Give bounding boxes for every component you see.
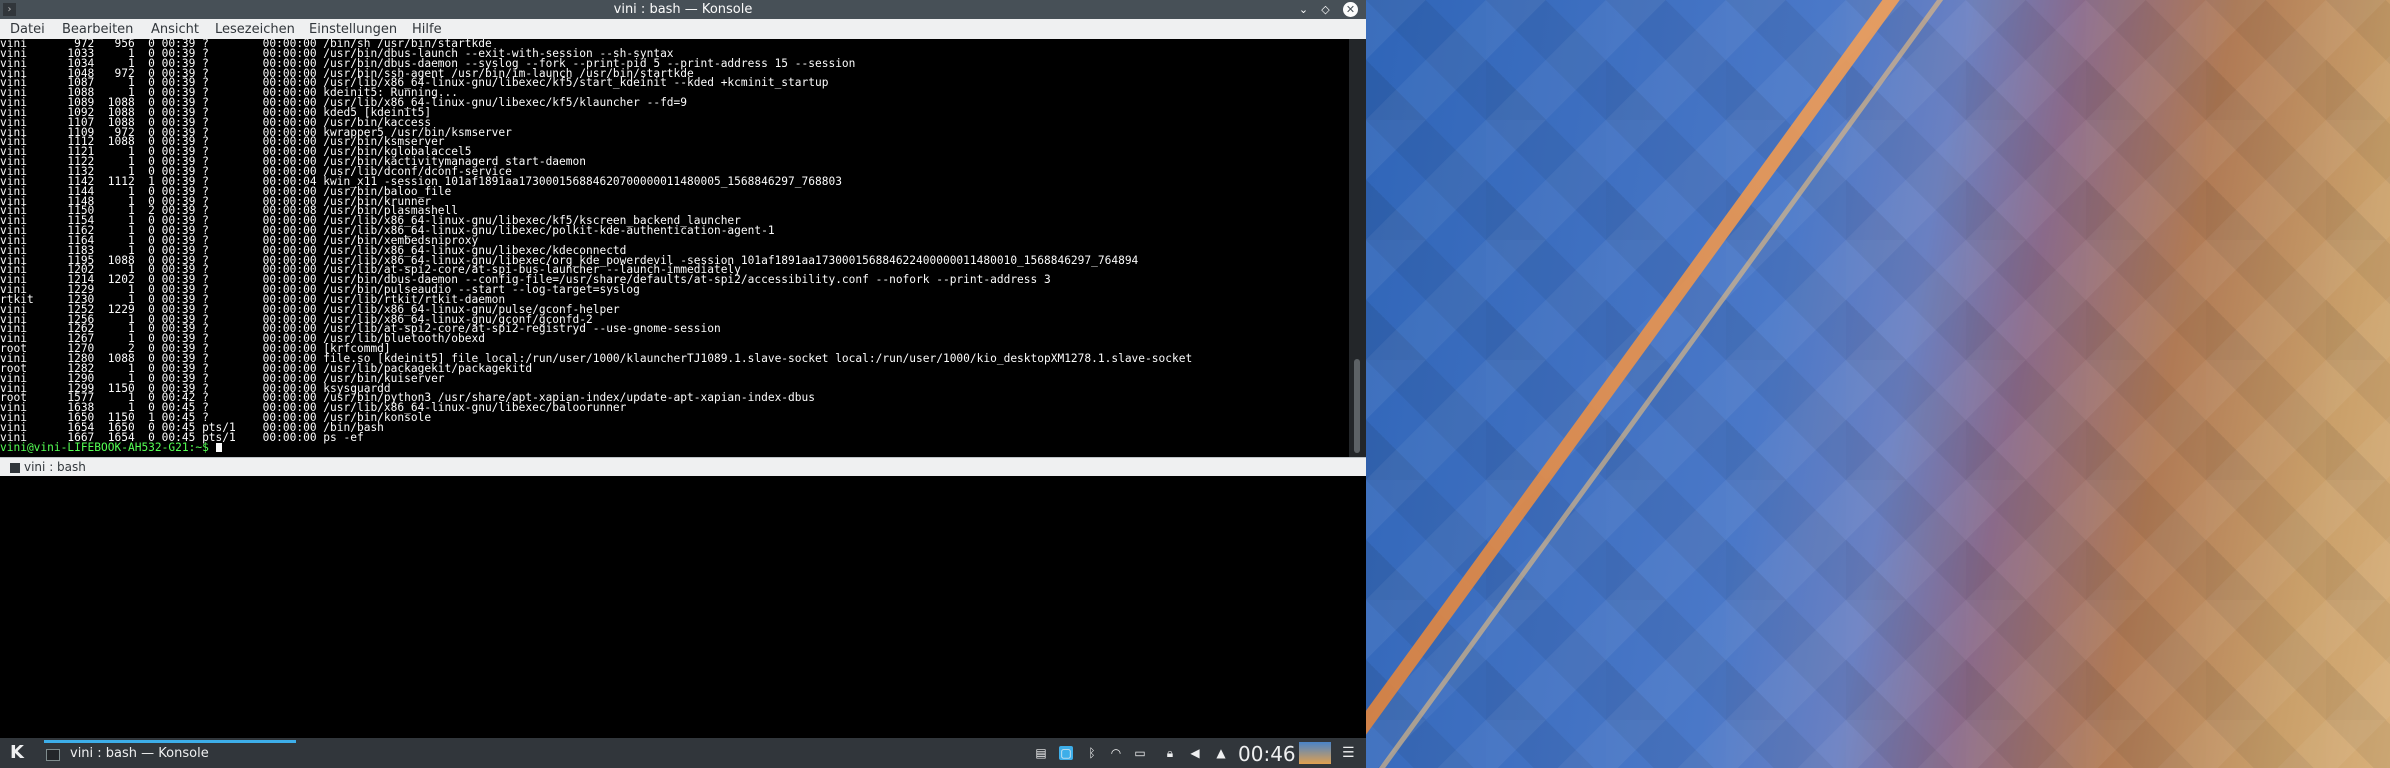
scrollbar-thumb[interactable] xyxy=(1354,359,1360,453)
panel-menu-icon[interactable]: ☰ xyxy=(1342,745,1355,761)
prompt-suffix: :~$ xyxy=(188,440,216,454)
menu-datei[interactable]: Datei xyxy=(10,22,45,37)
konsole-window: › vini : bash — Konsole ⌄ ◇ ✕ Datei Bear… xyxy=(0,0,1366,738)
title-bar[interactable]: › vini : bash — Konsole ⌄ ◇ ✕ xyxy=(0,0,1366,19)
kde-connect-icon[interactable]: ▢ xyxy=(1059,746,1073,760)
keep-above-icon[interactable]: ◇ xyxy=(1318,2,1333,17)
text-cursor xyxy=(215,443,222,453)
menu-bearbeiten[interactable]: Bearbeiten xyxy=(62,22,133,37)
tab-bar: vini : bash xyxy=(0,457,1366,476)
prompt-line[interactable]: vini@vini-LIFEBOOK-AH532-G21:~$ xyxy=(0,440,1345,454)
wallpaper-light-beam-2 xyxy=(1378,0,1971,768)
application-launcher-icon[interactable]: K xyxy=(6,742,28,764)
minimize-icon[interactable]: ⌄ xyxy=(1296,2,1311,17)
lock-icon[interactable]: 🔒︎ xyxy=(1163,746,1177,760)
clipboard-icon[interactable]: ▤ xyxy=(1034,746,1048,760)
active-task-indicator xyxy=(44,740,296,743)
bluetooth-icon[interactable]: ᛒ xyxy=(1085,746,1099,760)
terminal-scrollbar[interactable] xyxy=(1349,39,1366,457)
expand-arrow-icon[interactable]: ▲ xyxy=(1214,746,1228,760)
volume-icon[interactable]: ◀ xyxy=(1188,746,1202,760)
desktop-wallpaper xyxy=(1366,0,2390,768)
menu-einstellungen[interactable]: Einstellungen xyxy=(309,22,397,37)
konsole-app-icon[interactable]: › xyxy=(3,3,16,16)
plasma-panel: K vini : bash — Konsole ▤ ▢ ᛒ ◠ ▭ 🔒︎ ◀ ▲… xyxy=(0,738,1366,768)
show-desktop-icon[interactable] xyxy=(1299,742,1331,764)
battery-icon[interactable]: ▭ xyxy=(1133,746,1147,760)
menu-bar: Datei Bearbeiten Ansicht Lesezeichen Ein… xyxy=(0,19,1366,39)
tab-label: vini : bash xyxy=(24,460,86,474)
konsole-task-icon xyxy=(46,749,60,761)
menu-lesezeichen[interactable]: Lesezeichen xyxy=(215,22,295,37)
wallpaper-light-beam xyxy=(1366,0,1938,758)
window-title: vini : bash — Konsole xyxy=(613,2,753,17)
terminal-icon xyxy=(10,462,20,473)
terminal-output[interactable]: vini 972 956 0 00:39 ? 00:00:00 /bin/sh … xyxy=(0,39,1345,457)
clock[interactable]: 00:46 xyxy=(1238,742,1296,766)
menu-hilfe[interactable]: Hilfe xyxy=(412,22,442,37)
close-icon[interactable]: ✕ xyxy=(1343,2,1358,17)
prompt-user-host: vini@vini-LIFEBOOK-AH532-G21 xyxy=(0,440,189,454)
task-label: vini : bash — Konsole xyxy=(70,746,209,761)
network-icon[interactable]: ◠ xyxy=(1109,746,1123,760)
taskbar-item-konsole[interactable]: vini : bash — Konsole xyxy=(44,740,296,766)
menu-ansicht[interactable]: Ansicht xyxy=(151,22,199,37)
tab-vini-bash[interactable]: vini : bash xyxy=(4,459,92,475)
